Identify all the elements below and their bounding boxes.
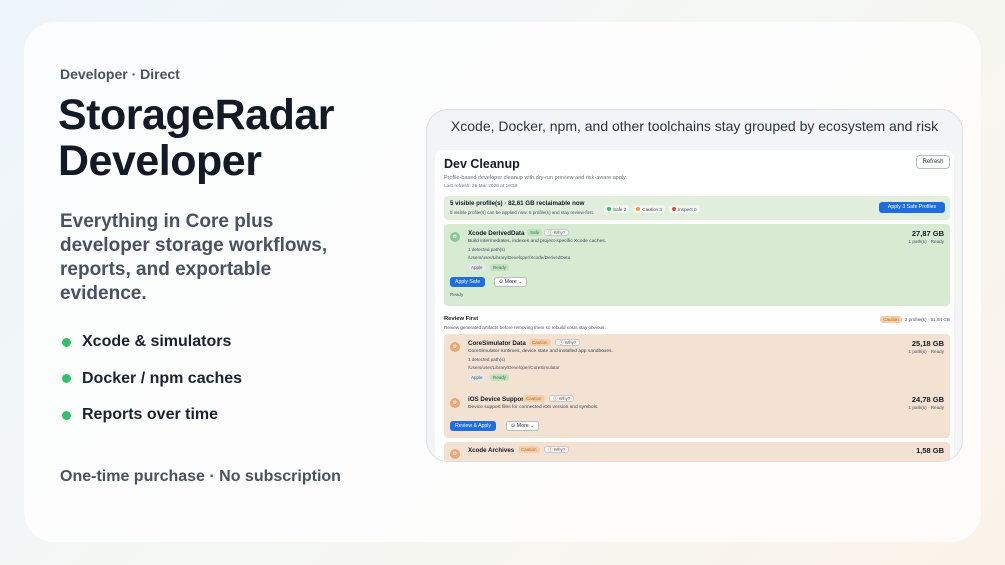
feature-list: Xcode & simulators Docker / npm caches R… xyxy=(60,324,242,434)
caution-badge: Caution xyxy=(880,316,902,323)
profile-description: CoreSimulator runtimes, device state and… xyxy=(468,349,613,354)
vendor-tag: Apple xyxy=(468,264,486,271)
feature-label: Reports over time xyxy=(82,406,219,424)
risk-chips: Safe 2 Caution 3 Inspect 0 xyxy=(604,205,700,213)
detected-paths: 1 detected path(s) xyxy=(468,357,506,362)
pricing-note: One-time purchase · No subscription xyxy=(60,468,341,485)
app-window: Dev Cleanup Profile-based developer clea… xyxy=(435,150,954,461)
profile-status: Ready xyxy=(450,292,464,297)
profile-description: Device support files for connected iOS v… xyxy=(468,405,599,410)
red-dot-icon xyxy=(671,207,676,211)
apply-safe-button[interactable]: Apply Safe xyxy=(450,277,486,287)
summary-banner: 5 visible profile(s) · 82,61 GB reclaima… xyxy=(444,196,950,220)
why-button[interactable]: ⓘ Why? xyxy=(549,395,575,402)
feature-item: Reports over time xyxy=(60,397,242,434)
profile-size: 1,58 GB xyxy=(916,446,944,455)
risk-badge: Caution xyxy=(529,339,551,346)
feature-item: Xcode & simulators xyxy=(60,324,242,361)
chip-label: Inspect 0 xyxy=(677,206,697,212)
review-apply-button[interactable]: Review & Apply xyxy=(450,421,497,431)
profile-size: 27,87 GB xyxy=(911,229,944,238)
apply-safe-profiles-button[interactable]: Apply 3 Safe Profiles xyxy=(879,202,945,213)
feature-item: Docker / npm caches xyxy=(60,361,242,398)
app-title: Dev Cleanup xyxy=(444,157,520,171)
feature-label: Xcode & simulators xyxy=(82,333,232,351)
app-screenshot: Xcode, Docker, npm, and other toolchains… xyxy=(426,109,963,462)
chip-safe[interactable]: Safe 2 xyxy=(604,205,630,213)
chip-label: Caution 3 xyxy=(642,206,662,212)
section-subtitle: Review generated artifacts before removi… xyxy=(444,325,606,330)
vendor-tag: Apple xyxy=(468,374,486,381)
simulator-icon: ⚙ xyxy=(450,342,460,352)
profile-name: CoreSimulator Data xyxy=(468,340,526,347)
profile-name: iOS Device Support xyxy=(468,396,526,403)
bullet-dot-icon xyxy=(62,410,71,420)
profile-meta: 1 path(s) · Ready xyxy=(908,239,945,244)
orange-dot-icon xyxy=(636,207,641,211)
page-title: StorageRadar Developer xyxy=(58,92,418,184)
risk-badge: Caution xyxy=(523,395,545,402)
app-subtitle: Profile-based developer cleanup with dry… xyxy=(444,175,628,181)
feature-label: Docker / npm caches xyxy=(82,369,243,387)
profile-meta: 1 path(s) · Ready xyxy=(908,405,945,410)
risk-badge: Caution xyxy=(518,446,540,453)
summary-headline: 5 visible profile(s) · 82,61 GB reclaima… xyxy=(450,200,585,207)
xcode-icon: ⚙ xyxy=(450,232,460,242)
eyebrow-label: Developer · Direct xyxy=(60,66,180,82)
chip-label: Safe 2 xyxy=(613,206,627,212)
profile-size: 25,18 GB xyxy=(911,339,944,348)
summary-detail: 5 visible profile(s) can be applied now.… xyxy=(450,210,595,215)
section-summary: Caution 2 profile(s) · 51,84 GB xyxy=(880,316,950,323)
section-title: Review First xyxy=(444,316,479,322)
detected-paths: 1 detected path(s) xyxy=(468,247,506,252)
profile-meta: 1 path(s) · Ready xyxy=(908,349,945,354)
profile-path: /Users/user/Library/Developer/CoreSimula… xyxy=(468,365,560,370)
last-refresh-label: Last refresh: 29 Mar 2026 at 16:59 xyxy=(444,184,518,189)
screenshot-caption: Xcode, Docker, npm, and other toolchains… xyxy=(450,118,939,134)
profile-path: /Users/user/Library/Developer/Xcode/Deri… xyxy=(468,255,571,260)
chip-caution[interactable]: Caution 3 xyxy=(633,205,665,213)
chip-inspect[interactable]: Inspect 0 xyxy=(668,205,700,213)
chevron-down-icon: ⌄ xyxy=(518,279,523,285)
profile-card-archives: ⚙ Xcode Archives Caution ⓘ Why? 1,58 GB xyxy=(444,442,950,461)
profile-card-simulators: ⚙ CoreSimulator Data Caution ⓘ Why? Core… xyxy=(444,334,950,438)
profile-name: Xcode Archives xyxy=(468,447,515,454)
status-tag: Ready xyxy=(490,374,510,381)
device-support-icon: ⚙ xyxy=(450,398,460,408)
more-label: ⊙ More xyxy=(511,423,529,429)
chevron-down-icon: ⌄ xyxy=(530,423,535,429)
more-button[interactable]: ⊙ More ⌄ xyxy=(494,277,528,287)
profile-name: Xcode DerivedData xyxy=(468,230,525,237)
green-dot-icon xyxy=(607,207,611,211)
more-button[interactable]: ⊙ More ⌄ xyxy=(506,421,540,431)
bullet-dot-icon xyxy=(62,374,71,384)
why-button[interactable]: ⓘ Why? xyxy=(544,446,570,453)
title-line-1: StorageRadar xyxy=(58,91,334,139)
bullet-dot-icon xyxy=(62,337,71,347)
profile-card-derived-data: ⚙ Xcode DerivedData Safe ⓘ Why? Build in… xyxy=(444,224,950,306)
why-button[interactable]: ⓘ Why? xyxy=(555,339,581,346)
profile-size: 24,78 GB xyxy=(911,395,944,404)
refresh-button[interactable]: Refresh xyxy=(916,155,950,169)
profile-description: Build intermediates, indexes and project… xyxy=(468,239,607,244)
hero-subtitle: Everything in Core plus developer storag… xyxy=(60,211,328,304)
risk-badge: Safe xyxy=(527,229,543,236)
section-count: 2 profile(s) · 51,84 GB xyxy=(904,317,950,322)
archive-icon: ⚙ xyxy=(450,449,460,459)
title-line-2: Developer xyxy=(58,137,262,185)
more-label: ⊙ More xyxy=(499,279,517,285)
status-tag: Ready xyxy=(490,264,510,271)
why-button[interactable]: ⓘ Why? xyxy=(544,229,570,236)
